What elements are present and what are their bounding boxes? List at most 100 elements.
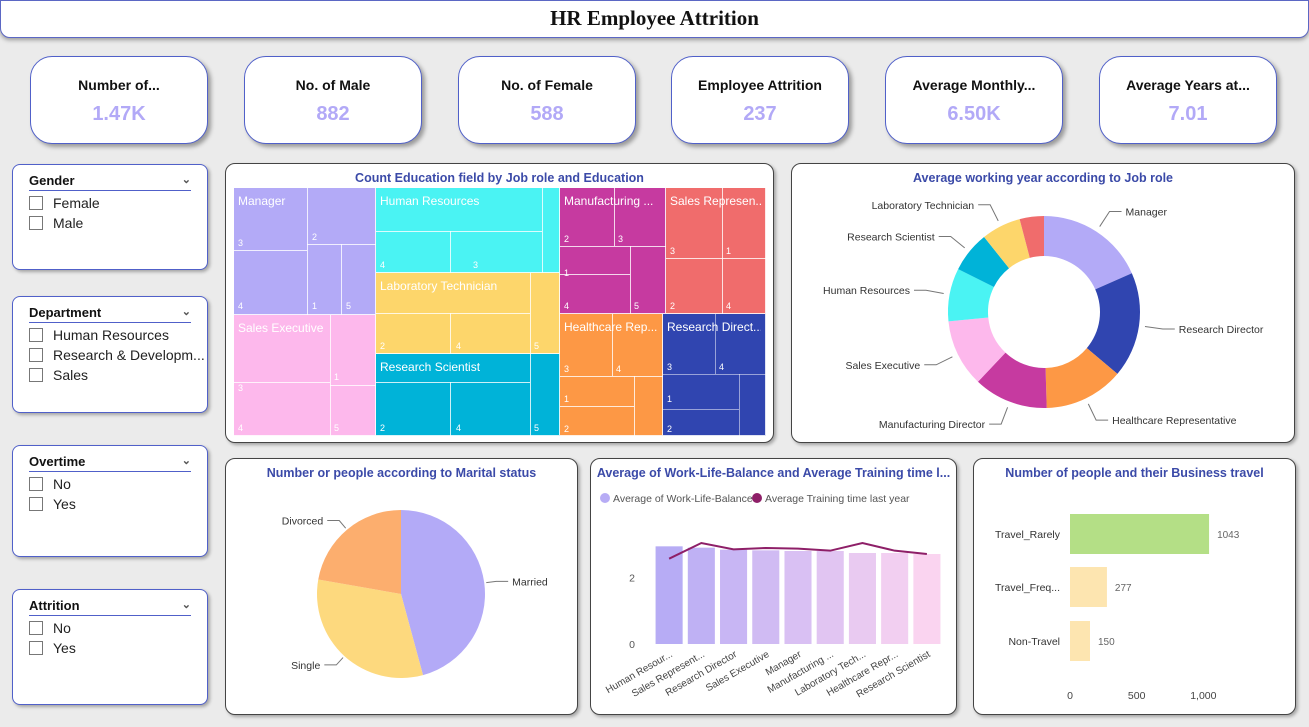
pie-leader-line [327,520,347,529]
checkbox[interactable] [29,216,43,230]
donut-leader-line [913,289,944,294]
treemap-cell-research-director[interactable]: Research Direct... [663,314,766,436]
legend-marker[interactable] [752,493,762,503]
kpi-value: 588 [530,103,564,125]
data-label: 150 [1098,637,1115,648]
treemap-cell-laboratory-technician[interactable]: Laboratory Technician [376,273,560,354]
chevron-down-icon[interactable]: ⌄ [182,305,191,318]
checkbox[interactable] [29,348,43,362]
treemap-cell-sales-executive[interactable]: Sales Executive [234,315,376,436]
donut-chart-card[interactable]: Average working year according to Job ro… [791,163,1295,443]
chevron-down-icon[interactable]: ⌄ [182,598,191,611]
checkbox[interactable] [29,621,43,635]
kpi-card-monthly-income[interactable]: Average Monthly... 6.50K [885,56,1063,144]
kpi-card-female[interactable]: No. of Female 588 [458,56,636,144]
slicer-header[interactable]: Department ⌄ [29,305,191,323]
slicer-option[interactable]: Yes [29,640,207,656]
donut-label: Research Director [1179,324,1264,336]
slicer-gender[interactable]: Gender ⌄ Female Male [12,164,208,270]
slicer-option[interactable]: Female [29,195,207,211]
kpi-card-male[interactable]: No. of Male 882 [244,56,422,144]
checkbox[interactable] [29,196,43,210]
donut-label: Manufacturing Director [879,419,986,431]
kpi-value: 6.50K [947,103,1001,125]
combo-bar[interactable] [816,551,844,644]
donut-label: Human Resources [823,285,910,297]
slicer-header[interactable]: Attrition ⌄ [29,598,191,616]
donut-label: Research Scientist [847,232,935,244]
slicer-option[interactable]: Male [29,215,207,231]
slicer-title: Attrition [29,598,80,613]
kpi-label: Number of... [78,77,160,93]
treemap-cell-research-scientist[interactable]: Research Scientist [376,354,560,436]
combo-chart[interactable]: Average of Work-Life-Balance Average Trai… [591,459,956,714]
travel-bar[interactable] [1070,514,1210,554]
travel-bar[interactable] [1070,567,1107,607]
slicer-title: Gender [29,173,75,188]
slicer-overtime[interactable]: Overtime ⌄ No Yes [12,445,208,557]
donut-label: Laboratory Technician [872,200,975,212]
travel-bar[interactable] [1070,621,1090,661]
slicer-option[interactable]: Human Resources [29,327,207,343]
treemap-cell-sales-representative[interactable]: Sales Represen... [666,188,766,314]
checkbox[interactable] [29,641,43,655]
data-label: 277 [1115,583,1132,594]
slicer-header[interactable]: Gender ⌄ [29,173,191,191]
checkbox[interactable] [29,477,43,491]
kpi-card-employee-count[interactable]: Number of... 1.47K [30,56,208,144]
slicer-option[interactable]: Sales [29,367,207,383]
treemap-cell-healthcare-representative[interactable]: Healthcare Rep... [560,314,663,436]
kpi-card-years-at-company[interactable]: Average Years at... 7.01 [1099,56,1277,144]
pie-label: Single [291,660,320,672]
slicer-option-label: Sales [53,367,89,383]
combo-bar[interactable] [913,554,941,644]
treemap-plot[interactable]: Manager 3 2 4 1 5 Sales Executive 1 3 4 … [234,188,766,436]
slicer-option[interactable]: Yes [29,496,207,512]
slicer-option[interactable]: No [29,620,207,636]
travel-bar-chart-card[interactable]: Number of people and their Business trav… [973,458,1296,715]
pie-label: Married [512,576,548,588]
combo-bar[interactable] [720,549,748,644]
kpi-value: 882 [316,103,350,125]
donut-slice[interactable] [1044,216,1132,290]
slicer-option-label: Human Resources [53,327,169,343]
combo-chart-card[interactable]: Average of Work-Life-Balance and Average… [590,458,957,715]
pie-chart-card[interactable]: Number or people according to Marital st… [225,458,578,715]
combo-bar[interactable] [848,553,876,644]
legend-label: Average of Work-Life-Balance [613,493,753,505]
kpi-value: 237 [743,103,777,125]
checkbox[interactable] [29,368,43,382]
kpi-card-attrition[interactable]: Employee Attrition 237 [671,56,849,144]
treemap-card[interactable]: Count Education field by Job role and Ed… [225,163,774,443]
kpi-label: No. of Male [295,77,371,93]
chevron-down-icon[interactable]: ⌄ [182,454,191,467]
pie-slice[interactable] [318,510,401,594]
slicer-option[interactable]: Research & Developm... [29,347,207,363]
checkbox[interactable] [29,497,43,511]
combo-bar[interactable] [881,553,909,644]
checkbox[interactable] [29,328,43,342]
slicer-option-label: Yes [53,496,76,512]
travel-bar-chart[interactable]: Travel_Rarely 1043 Travel_Freq... 277 Non-Tr… [974,459,1295,714]
kpi-value: 7.01 [1168,103,1208,125]
slicer-header[interactable]: Overtime ⌄ [29,454,191,472]
slicer-attrition[interactable]: Attrition ⌄ No Yes [12,589,208,705]
treemap-cell-human-resources[interactable]: Human Resources [376,188,560,273]
kpi-label: Average Years at... [1126,77,1250,93]
treemap-cell-manager[interactable]: Manager [234,188,376,315]
slicer-option[interactable]: No [29,476,207,492]
chevron-down-icon[interactable]: ⌄ [182,173,191,186]
treemap-cell-manufacturing[interactable]: Manufacturing ... [560,188,666,314]
donut-chart[interactable]: Manager Research Director Healthcare Repre… [792,164,1294,442]
donut-leader-line [1144,325,1175,330]
x-tick-label: 500 [1128,690,1146,702]
combo-bar[interactable] [784,551,812,644]
slicer-department[interactable]: Department ⌄ Human Resources Research & D… [12,296,208,413]
data-label: 1043 [1217,530,1240,541]
combo-bar[interactable] [752,550,780,644]
legend-marker[interactable] [600,493,610,503]
legend-label: Average Training time last year [765,493,910,505]
combo-bar[interactable] [655,546,683,644]
combo-bar[interactable] [687,547,715,644]
pie-chart[interactable]: Married Single Divorced [226,459,577,714]
